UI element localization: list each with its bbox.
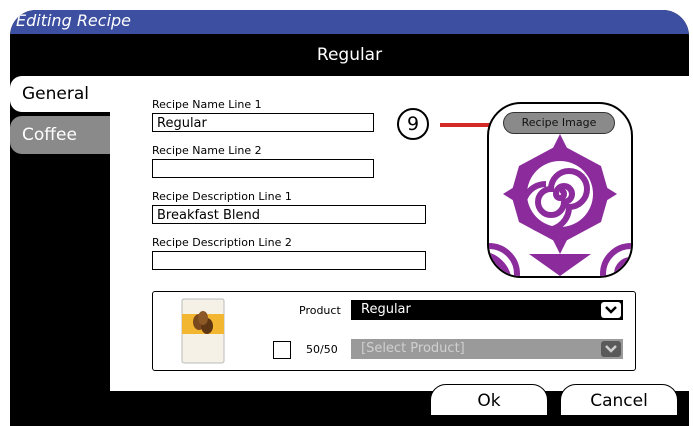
tab-general[interactable]: General (10, 76, 110, 112)
recipe-name-line2-field[interactable] (152, 159, 374, 178)
recipe-name-line1-field[interactable]: Regular (152, 113, 374, 132)
recipe-name-header: Regular (316, 45, 383, 65)
title-bar: Editing Recipe (10, 10, 689, 34)
callout-number-badge: 9 (397, 108, 429, 140)
chevron-down-icon (601, 302, 621, 318)
second-product-select[interactable]: [Select Product] (351, 339, 623, 359)
fifty-fifty-label: 50/50 (306, 343, 338, 356)
recipe-name-line2-label: Recipe Name Line 2 (152, 144, 262, 157)
recipe-editor-window: Editing Recipe Regular General Coffee Re… (10, 10, 689, 426)
product-select-value: Regular (361, 302, 411, 317)
recipe-image-button[interactable]: Recipe Image (503, 112, 615, 134)
recipe-description-line2-label: Recipe Description Line 2 (152, 236, 292, 249)
recipe-description-line1-label: Recipe Description Line 1 (152, 190, 292, 203)
recipe-description-line2-field[interactable] (152, 251, 426, 270)
fifty-fifty-checkbox[interactable] (273, 341, 291, 359)
tab-coffee[interactable]: Coffee (10, 116, 110, 154)
cancel-button[interactable]: Cancel (560, 384, 678, 416)
general-tab-content: Recipe Name Line 1 Regular Recipe Name L… (110, 76, 689, 391)
recipe-name-line1-label: Recipe Name Line 1 (152, 98, 262, 111)
product-label: Product (299, 304, 341, 317)
coffee-bag-icon (181, 298, 225, 364)
ok-button[interactable]: Ok (430, 384, 548, 416)
chevron-down-icon (601, 341, 621, 357)
window-title: Editing Recipe (16, 11, 132, 30)
recipe-description-line1-field[interactable]: Breakfast Blend (152, 205, 426, 224)
product-panel: Product Regular 50/50 [Select Product] (152, 291, 636, 371)
product-select[interactable]: Regular (351, 300, 623, 320)
second-product-placeholder: [Select Product] (361, 341, 465, 356)
